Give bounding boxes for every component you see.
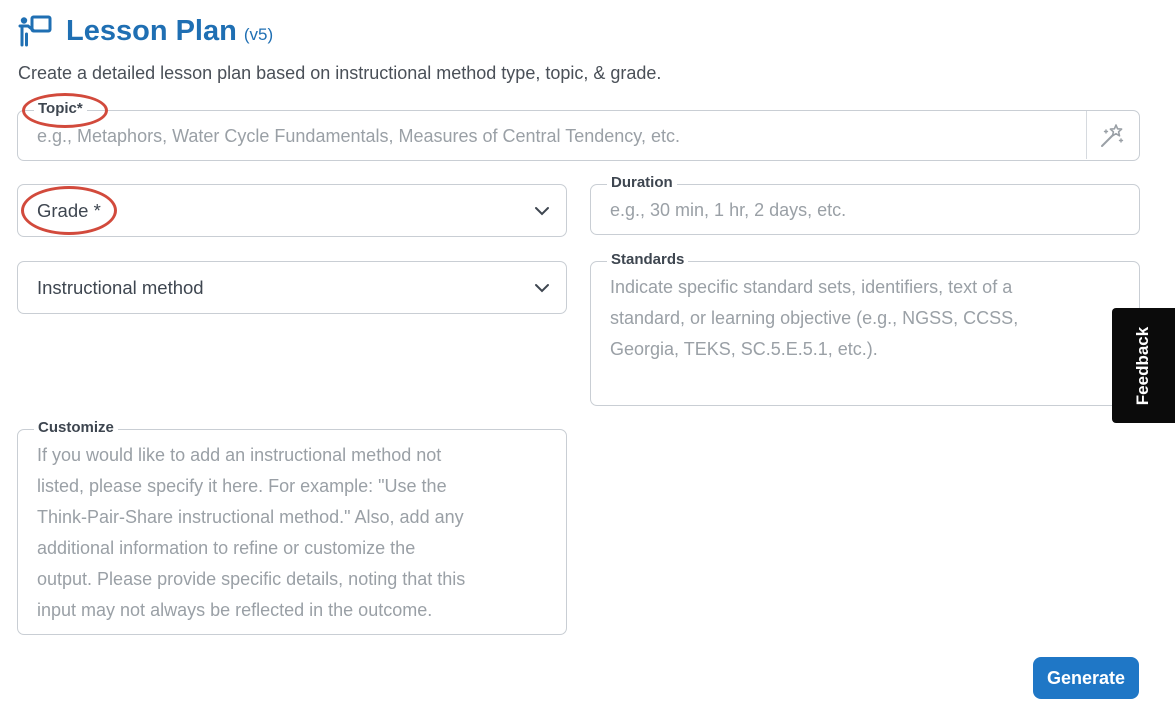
customize-field[interactable]: Customize If you would like to add an in… [17,419,567,635]
duration-label: Duration [607,174,677,192]
instructional-method-label: Instructional method [37,277,204,298]
customize-label: Customize [34,419,118,437]
magic-wand-button[interactable] [1086,111,1138,159]
page-title: Lesson Plan (v5) [66,15,273,48]
customize-placeholder-line: additional information to refine or cust… [37,538,416,558]
feedback-tab[interactable]: Feedback [1112,308,1175,423]
page-header: Lesson Plan (v5) [18,14,273,48]
generate-button[interactable]: Generate [1033,657,1139,699]
magic-wand-icon [1100,124,1123,147]
customize-placeholder-line: If you would like to add an instructiona… [37,445,442,465]
customize-placeholder-line: Think-Pair-Share instructional method." … [37,507,464,527]
standards-placeholder-line: standard, or learning objective (e.g., N… [610,308,1019,328]
topic-annotation-circle [22,93,108,128]
duration-field[interactable]: Duration e.g., 30 min, 1 hr, 2 days, etc… [590,174,1140,235]
duration-placeholder: e.g., 30 min, 1 hr, 2 days, etc. [610,200,847,220]
version-label: (v5) [243,24,274,44]
page-description: Create a detailed lesson plan based on i… [18,63,662,83]
standards-placeholder-line: Georgia, TEKS, SC.5.E.5.1, etc.). [610,339,878,359]
grade-annotation-circle [21,186,117,235]
topic-placeholder: e.g., Metaphors, Water Cycle Fundamental… [37,126,680,146]
feedback-label: Feedback [1133,326,1153,405]
standards-placeholder-line: Indicate specific standard sets, identif… [610,277,1013,297]
customize-placeholder-line: input may not always be reflected in the… [37,600,433,620]
instructional-method-select[interactable]: Instructional method [17,261,567,314]
standards-label: Standards [607,251,689,269]
chevron-down-icon [535,206,549,215]
chevron-down-icon [535,283,549,292]
topic-field[interactable]: Topic* e.g., Metaphors, Water Cycle Fund… [17,100,1140,161]
standards-field[interactable]: Standards Indicate specific standard set… [590,251,1140,406]
teacher-board-icon [18,15,52,47]
page-title-text: Lesson Plan [66,14,237,47]
customize-placeholder-line: listed, please specify it here. For exam… [37,476,447,496]
customize-placeholder-line: output. Please provide specific details,… [37,569,466,589]
